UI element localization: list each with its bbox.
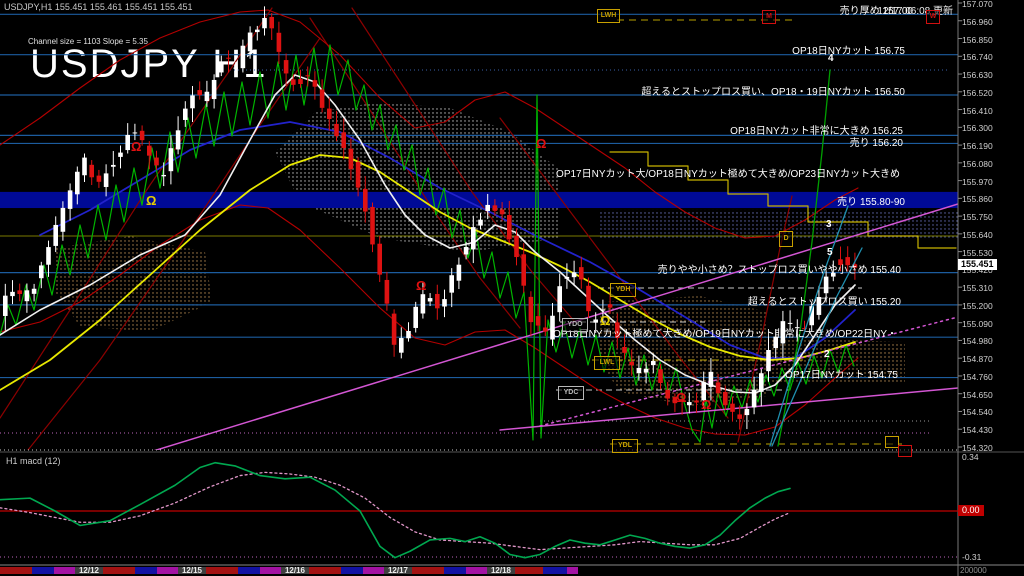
quote-bar: USDJPY,H1 155.451 155.461 155.451 155.45… [4, 2, 193, 12]
macd-scale-bottom: -0.31 [962, 552, 981, 562]
macd-indicator-label: H1 macd (12) [6, 456, 61, 466]
update-timestamp: 12/17 06:08 更新 [877, 2, 953, 17]
channel-info-label: Channel size = 1103 Slope = 5.35 [28, 37, 148, 46]
macd-scale-top: 0.34 [962, 452, 979, 462]
volume-label: 200000 [960, 566, 987, 575]
current-price-tag: 155.451 [958, 259, 997, 270]
macd-zero-tag: 0.00 [958, 505, 984, 516]
chart-canvas[interactable] [0, 0, 1024, 576]
mt4-chart-window: USDJPY H1 USDJPY,H1 155.451 155.461 155.… [0, 0, 1024, 576]
